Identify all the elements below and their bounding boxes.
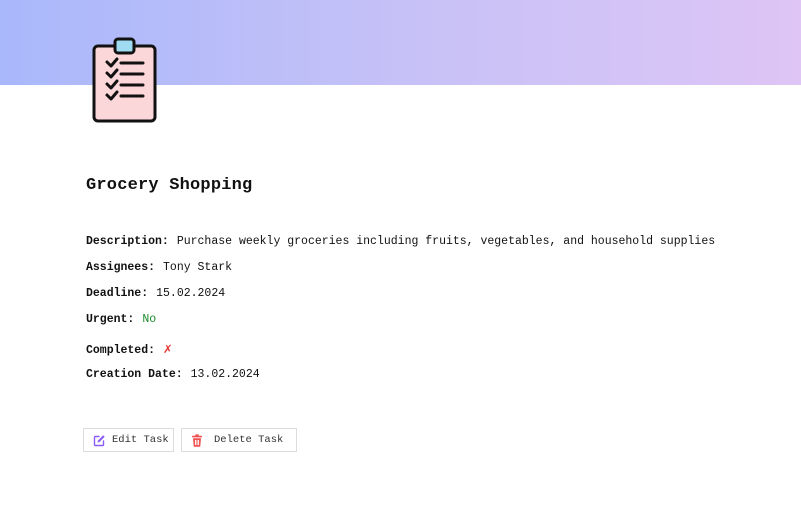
assignees-label: Assignees: <box>86 261 156 274</box>
creation-date-value: 13.02.2024 <box>190 368 260 381</box>
description-row: Description: Purchase weekly groceries in… <box>86 234 715 250</box>
urgent-row: Urgent: No <box>86 312 156 328</box>
deadline-row: Deadline: 15.02.2024 <box>86 286 225 302</box>
urgent-label: Urgent: <box>86 313 135 326</box>
urgent-value: No <box>142 313 157 326</box>
trash-icon <box>191 433 203 447</box>
task-title: Grocery Shopping <box>86 176 253 195</box>
description-label: Description: <box>86 235 169 248</box>
completed-label: Completed: <box>86 344 156 357</box>
edit-icon <box>93 434 106 447</box>
delete-task-label: Delete Task <box>214 434 284 446</box>
creation-date-row: Creation Date: 13.02.2024 <box>86 367 260 383</box>
creation-date-label: Creation Date: <box>86 368 183 381</box>
edit-task-label: Edit Task <box>112 434 169 446</box>
description-value: Purchase weekly groceries including frui… <box>176 235 716 248</box>
assignees-row: Assignees: Tony Stark <box>86 260 232 276</box>
completed-cross-icon: ✗ <box>163 342 173 356</box>
clipboard-checklist-icon <box>91 36 159 124</box>
completed-row: Completed: ✗ <box>86 341 173 359</box>
delete-task-button[interactable]: Delete Task <box>181 428 297 452</box>
deadline-label: Deadline: <box>86 287 149 300</box>
edit-task-button[interactable]: Edit Task <box>83 428 174 452</box>
deadline-value: 15.02.2024 <box>156 287 226 300</box>
assignees-value: Tony Stark <box>163 261 233 274</box>
